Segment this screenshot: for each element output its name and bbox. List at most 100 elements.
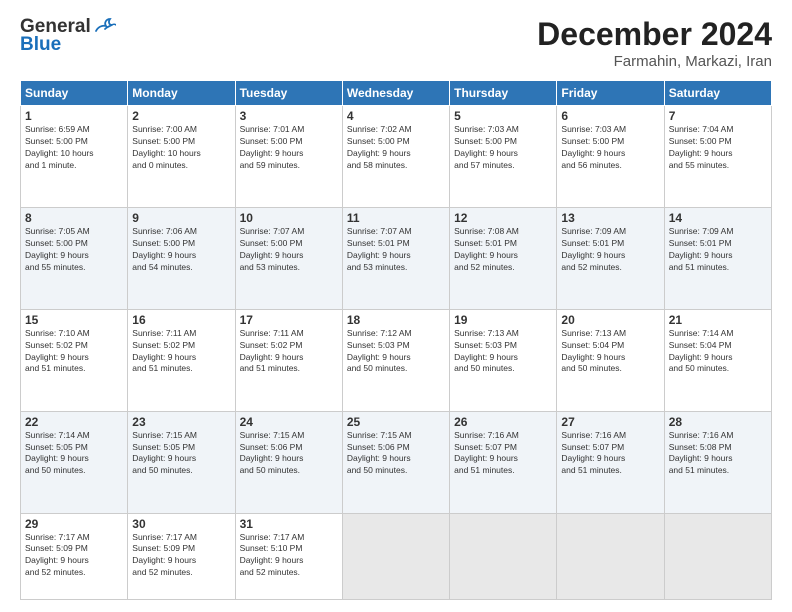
table-row: 27Sunrise: 7:16 AM Sunset: 5:07 PM Dayli…	[557, 411, 664, 513]
day-info: Sunrise: 7:15 AM Sunset: 5:05 PM Dayligh…	[132, 430, 230, 478]
title-section: December 2024 Farmahin, Markazi, Iran	[537, 16, 772, 70]
day-info: Sunrise: 7:07 AM Sunset: 5:00 PM Dayligh…	[240, 226, 338, 274]
day-info: Sunrise: 7:16 AM Sunset: 5:08 PM Dayligh…	[669, 430, 767, 478]
page: General Blue December 2024 Farmahin, Mar…	[0, 0, 792, 612]
day-info: Sunrise: 7:16 AM Sunset: 5:07 PM Dayligh…	[561, 430, 659, 478]
col-thursday: Thursday	[450, 81, 557, 106]
col-friday: Friday	[557, 81, 664, 106]
day-info: Sunrise: 7:13 AM Sunset: 5:04 PM Dayligh…	[561, 328, 659, 376]
table-row: 22Sunrise: 7:14 AM Sunset: 5:05 PM Dayli…	[21, 411, 128, 513]
day-number: 15	[25, 313, 123, 327]
day-info: Sunrise: 7:17 AM Sunset: 5:10 PM Dayligh…	[240, 532, 338, 580]
col-saturday: Saturday	[664, 81, 771, 106]
day-info: Sunrise: 7:04 AM Sunset: 5:00 PM Dayligh…	[669, 124, 767, 172]
table-row: 5Sunrise: 7:03 AM Sunset: 5:00 PM Daylig…	[450, 106, 557, 208]
day-info: Sunrise: 7:14 AM Sunset: 5:04 PM Dayligh…	[669, 328, 767, 376]
table-row	[664, 513, 771, 599]
day-number: 20	[561, 313, 659, 327]
day-info: Sunrise: 7:05 AM Sunset: 5:00 PM Dayligh…	[25, 226, 123, 274]
calendar-header-row: Sunday Monday Tuesday Wednesday Thursday…	[21, 81, 772, 106]
day-number: 13	[561, 211, 659, 225]
day-number: 26	[454, 415, 552, 429]
table-row: 18Sunrise: 7:12 AM Sunset: 5:03 PM Dayli…	[342, 309, 449, 411]
table-row: 3Sunrise: 7:01 AM Sunset: 5:00 PM Daylig…	[235, 106, 342, 208]
table-row: 13Sunrise: 7:09 AM Sunset: 5:01 PM Dayli…	[557, 207, 664, 309]
table-row: 1Sunrise: 6:59 AM Sunset: 5:00 PM Daylig…	[21, 106, 128, 208]
day-info: Sunrise: 7:06 AM Sunset: 5:00 PM Dayligh…	[132, 226, 230, 274]
day-number: 29	[25, 517, 123, 531]
table-row: 8Sunrise: 7:05 AM Sunset: 5:00 PM Daylig…	[21, 207, 128, 309]
table-row: 20Sunrise: 7:13 AM Sunset: 5:04 PM Dayli…	[557, 309, 664, 411]
day-number: 17	[240, 313, 338, 327]
table-row: 6Sunrise: 7:03 AM Sunset: 5:00 PM Daylig…	[557, 106, 664, 208]
day-number: 5	[454, 109, 552, 123]
day-info: Sunrise: 7:12 AM Sunset: 5:03 PM Dayligh…	[347, 328, 445, 376]
day-info: Sunrise: 7:17 AM Sunset: 5:09 PM Dayligh…	[25, 532, 123, 580]
day-info: Sunrise: 7:15 AM Sunset: 5:06 PM Dayligh…	[240, 430, 338, 478]
day-info: Sunrise: 7:09 AM Sunset: 5:01 PM Dayligh…	[669, 226, 767, 274]
table-row: 7Sunrise: 7:04 AM Sunset: 5:00 PM Daylig…	[664, 106, 771, 208]
day-number: 24	[240, 415, 338, 429]
day-number: 16	[132, 313, 230, 327]
table-row: 2Sunrise: 7:00 AM Sunset: 5:00 PM Daylig…	[128, 106, 235, 208]
col-wednesday: Wednesday	[342, 81, 449, 106]
table-row	[557, 513, 664, 599]
table-row: 11Sunrise: 7:07 AM Sunset: 5:01 PM Dayli…	[342, 207, 449, 309]
header: General Blue December 2024 Farmahin, Mar…	[20, 16, 772, 70]
day-number: 12	[454, 211, 552, 225]
day-info: Sunrise: 7:09 AM Sunset: 5:01 PM Dayligh…	[561, 226, 659, 274]
table-row: 4Sunrise: 7:02 AM Sunset: 5:00 PM Daylig…	[342, 106, 449, 208]
day-info: Sunrise: 7:03 AM Sunset: 5:00 PM Dayligh…	[561, 124, 659, 172]
table-row: 9Sunrise: 7:06 AM Sunset: 5:00 PM Daylig…	[128, 207, 235, 309]
day-info: Sunrise: 7:07 AM Sunset: 5:01 PM Dayligh…	[347, 226, 445, 274]
col-tuesday: Tuesday	[235, 81, 342, 106]
col-sunday: Sunday	[21, 81, 128, 106]
day-number: 3	[240, 109, 338, 123]
day-number: 8	[25, 211, 123, 225]
day-number: 7	[669, 109, 767, 123]
table-row: 23Sunrise: 7:15 AM Sunset: 5:05 PM Dayli…	[128, 411, 235, 513]
month-title: December 2024	[537, 16, 772, 53]
day-number: 23	[132, 415, 230, 429]
day-info: Sunrise: 7:00 AM Sunset: 5:00 PM Dayligh…	[132, 124, 230, 172]
day-number: 28	[669, 415, 767, 429]
day-number: 2	[132, 109, 230, 123]
table-row: 21Sunrise: 7:14 AM Sunset: 5:04 PM Dayli…	[664, 309, 771, 411]
table-row: 30Sunrise: 7:17 AM Sunset: 5:09 PM Dayli…	[128, 513, 235, 599]
day-number: 1	[25, 109, 123, 123]
day-info: Sunrise: 7:14 AM Sunset: 5:05 PM Dayligh…	[25, 430, 123, 478]
day-info: Sunrise: 7:03 AM Sunset: 5:00 PM Dayligh…	[454, 124, 552, 172]
logo-bird-icon	[94, 17, 116, 35]
day-number: 30	[132, 517, 230, 531]
day-info: Sunrise: 7:10 AM Sunset: 5:02 PM Dayligh…	[25, 328, 123, 376]
table-row: 17Sunrise: 7:11 AM Sunset: 5:02 PM Dayli…	[235, 309, 342, 411]
table-row: 10Sunrise: 7:07 AM Sunset: 5:00 PM Dayli…	[235, 207, 342, 309]
day-number: 9	[132, 211, 230, 225]
table-row: 29Sunrise: 7:17 AM Sunset: 5:09 PM Dayli…	[21, 513, 128, 599]
logo: General Blue	[20, 16, 116, 56]
table-row: 16Sunrise: 7:11 AM Sunset: 5:02 PM Dayli…	[128, 309, 235, 411]
table-row	[342, 513, 449, 599]
day-info: Sunrise: 7:17 AM Sunset: 5:09 PM Dayligh…	[132, 532, 230, 580]
table-row: 31Sunrise: 7:17 AM Sunset: 5:10 PM Dayli…	[235, 513, 342, 599]
day-info: Sunrise: 7:13 AM Sunset: 5:03 PM Dayligh…	[454, 328, 552, 376]
day-info: Sunrise: 7:02 AM Sunset: 5:00 PM Dayligh…	[347, 124, 445, 172]
table-row: 19Sunrise: 7:13 AM Sunset: 5:03 PM Dayli…	[450, 309, 557, 411]
day-info: Sunrise: 7:16 AM Sunset: 5:07 PM Dayligh…	[454, 430, 552, 478]
table-row: 12Sunrise: 7:08 AM Sunset: 5:01 PM Dayli…	[450, 207, 557, 309]
day-info: Sunrise: 7:11 AM Sunset: 5:02 PM Dayligh…	[240, 328, 338, 376]
location: Farmahin, Markazi, Iran	[537, 53, 772, 70]
day-number: 22	[25, 415, 123, 429]
day-number: 18	[347, 313, 445, 327]
day-info: Sunrise: 7:08 AM Sunset: 5:01 PM Dayligh…	[454, 226, 552, 274]
day-number: 10	[240, 211, 338, 225]
day-number: 19	[454, 313, 552, 327]
day-info: Sunrise: 7:15 AM Sunset: 5:06 PM Dayligh…	[347, 430, 445, 478]
day-number: 6	[561, 109, 659, 123]
day-number: 11	[347, 211, 445, 225]
day-info: Sunrise: 6:59 AM Sunset: 5:00 PM Dayligh…	[25, 124, 123, 172]
table-row: 14Sunrise: 7:09 AM Sunset: 5:01 PM Dayli…	[664, 207, 771, 309]
table-row: 28Sunrise: 7:16 AM Sunset: 5:08 PM Dayli…	[664, 411, 771, 513]
day-number: 14	[669, 211, 767, 225]
table-row: 15Sunrise: 7:10 AM Sunset: 5:02 PM Dayli…	[21, 309, 128, 411]
